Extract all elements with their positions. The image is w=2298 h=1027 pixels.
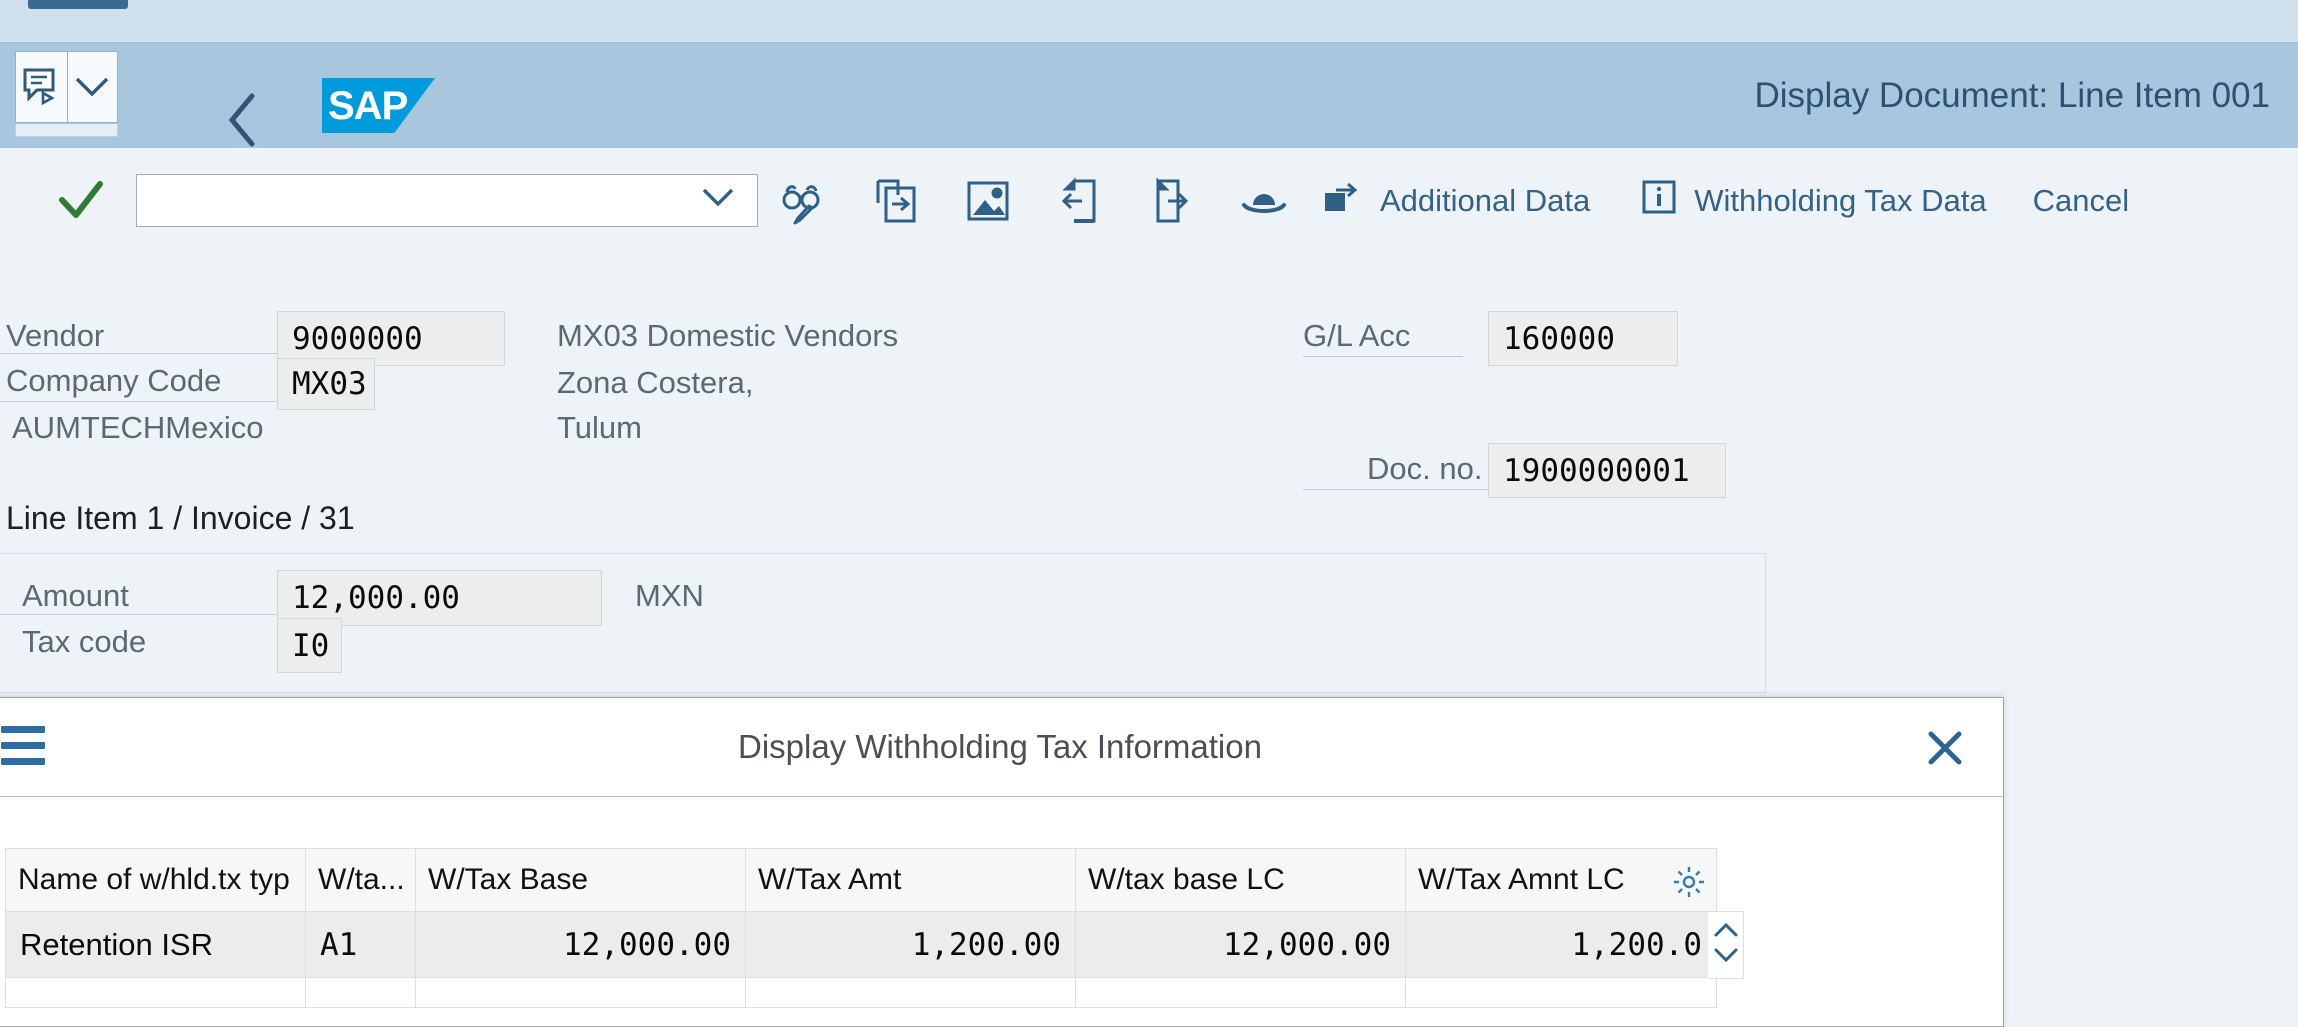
close-icon[interactable] <box>1925 728 1965 773</box>
withholding-tax-dialog: Display Withholding Tax Information Name… <box>0 697 2004 1027</box>
sap-logo: SAP <box>322 78 435 133</box>
column-header-wtax-base-lc[interactable]: W/tax base LC <box>1075 848 1406 912</box>
withholding-tax-table-wrap: Name of w/hld.tx typ W/ta... W/Tax Base … <box>5 848 1717 1008</box>
table-vertical-scroll-buttons[interactable] <box>1708 911 1744 979</box>
header-button-underline <box>15 124 118 137</box>
cancel-button[interactable]: Cancel <box>2033 183 2130 219</box>
currency-label: MXN <box>635 578 704 613</box>
cell-wtax-type[interactable]: A1 <box>305 911 416 978</box>
dialog-title: Display Withholding Tax Information <box>738 728 1262 765</box>
tax-code-label: Tax code <box>22 624 147 659</box>
withholding-tax-data-button[interactable]: Withholding Tax Data <box>1628 167 1998 235</box>
hamburger-icon[interactable] <box>1 726 45 774</box>
chevron-down-icon[interactable] <box>701 187 735 214</box>
gear-icon[interactable] <box>1672 865 1706 907</box>
search-combo-input[interactable] <box>136 174 758 227</box>
document-enter-icon[interactable] <box>850 167 942 235</box>
amount-label-underline <box>0 614 278 615</box>
table-row-empty[interactable] <box>5 977 1717 1008</box>
column-header-wtax-amt[interactable]: W/Tax Amt <box>745 848 1076 912</box>
doc-no-input[interactable]: 1900000001 <box>1488 443 1726 498</box>
dialog-header: Display Withholding Tax Information <box>0 698 2003 797</box>
column-header-wtax-base[interactable]: W/Tax Base <box>415 848 746 912</box>
withholding-tax-data-label: Withholding Tax Data <box>1694 182 1987 218</box>
top-strip <box>0 0 2298 42</box>
chevron-up-icon[interactable] <box>1714 922 1738 943</box>
chevron-down-icon[interactable] <box>66 52 118 122</box>
toolbar: Additional Data Withholding Tax Data Can… <box>0 148 2298 253</box>
green-check-icon[interactable] <box>58 180 104 222</box>
notes-icon[interactable] <box>16 52 67 122</box>
column-header-wtax-amnt-lc-label: W/Tax Amnt LC <box>1418 863 1625 896</box>
company-code-label: Company Code <box>6 363 222 398</box>
company-code-label-underline <box>0 401 278 402</box>
empty-cell-4 <box>745 977 1076 1008</box>
info-icon <box>1640 178 1678 224</box>
gl-account-label: G/L Acc <box>1303 318 1411 353</box>
address-line-1: Zona Costera, <box>557 365 754 400</box>
square-arrow-icon <box>1322 180 1364 222</box>
additional-data-button[interactable]: Additional Data <box>1310 167 1602 235</box>
vendor-description: MX03 Domestic Vendors <box>557 318 899 353</box>
doc-no-label: Doc. no. <box>1367 451 1483 486</box>
previous-item-icon[interactable] <box>1034 167 1126 235</box>
address-line-2: Tulum <box>557 410 642 445</box>
amount-label: Amount <box>22 578 129 613</box>
withholding-tax-table: Name of w/hld.tx typ W/ta... W/Tax Base … <box>5 848 1717 1008</box>
header-button-group[interactable] <box>15 51 118 123</box>
cell-wtax-amt[interactable]: 1,200.00 <box>745 911 1076 978</box>
doc-no-label-underline <box>1303 489 1489 490</box>
empty-cell-3 <box>415 977 746 1008</box>
table-row[interactable]: Retention ISR A1 12,000.00 1,200.00 12,0… <box>5 911 1717 978</box>
cell-wtax-base-lc[interactable]: 12,000.00 <box>1075 911 1406 978</box>
page-title: Display Document: Line Item 001 <box>1754 76 2270 115</box>
window-tab-indicator <box>28 0 128 9</box>
company-code-input[interactable]: MX03 <box>277 358 375 410</box>
gl-account-label-underline <box>1303 356 1463 357</box>
cell-wtax-amnt-lc[interactable]: 1,200.0 <box>1405 911 1717 978</box>
additional-data-label: Additional Data <box>1380 182 1591 218</box>
amount-panel: Amount 12,000.00 MXN Tax code I0 <box>0 553 1766 693</box>
hat-icon[interactable] <box>1218 167 1310 235</box>
gl-account-input[interactable]: 160000 <box>1488 311 1678 366</box>
table-header-row: Name of w/hld.tx typ W/ta... W/Tax Base … <box>5 848 1717 912</box>
cell-name[interactable]: Retention ISR <box>5 911 306 978</box>
empty-cell-2 <box>305 977 416 1008</box>
next-item-icon[interactable] <box>1126 167 1218 235</box>
line-item-title: Line Item 1 / Invoice / 31 <box>6 500 355 536</box>
display-change-icon[interactable] <box>758 167 850 235</box>
column-header-name[interactable]: Name of w/hld.tx typ <box>5 848 306 912</box>
empty-cell-1 <box>5 977 306 1008</box>
picture-icon[interactable] <box>942 167 1034 235</box>
column-header-wtax-amnt-lc[interactable]: W/Tax Amnt LC <box>1405 848 1717 912</box>
empty-cell-5 <box>1075 977 1406 1008</box>
sap-logo-text: SAP <box>328 83 408 128</box>
shell-header: SAP Display Document: Line Item 001 <box>0 42 2298 148</box>
vendor-label-underline <box>0 353 278 354</box>
empty-cell-6 <box>1405 977 1717 1008</box>
vendor-label: Vendor <box>6 318 105 353</box>
tax-code-input[interactable]: I0 <box>277 618 342 673</box>
column-header-wtax-type[interactable]: W/ta... <box>305 848 416 912</box>
chevron-down-icon[interactable] <box>1714 947 1738 968</box>
company-name: AUMTECHMexico <box>12 410 264 445</box>
back-chevron-icon[interactable] <box>225 93 259 152</box>
cell-wtax-base[interactable]: 12,000.00 <box>415 911 746 978</box>
